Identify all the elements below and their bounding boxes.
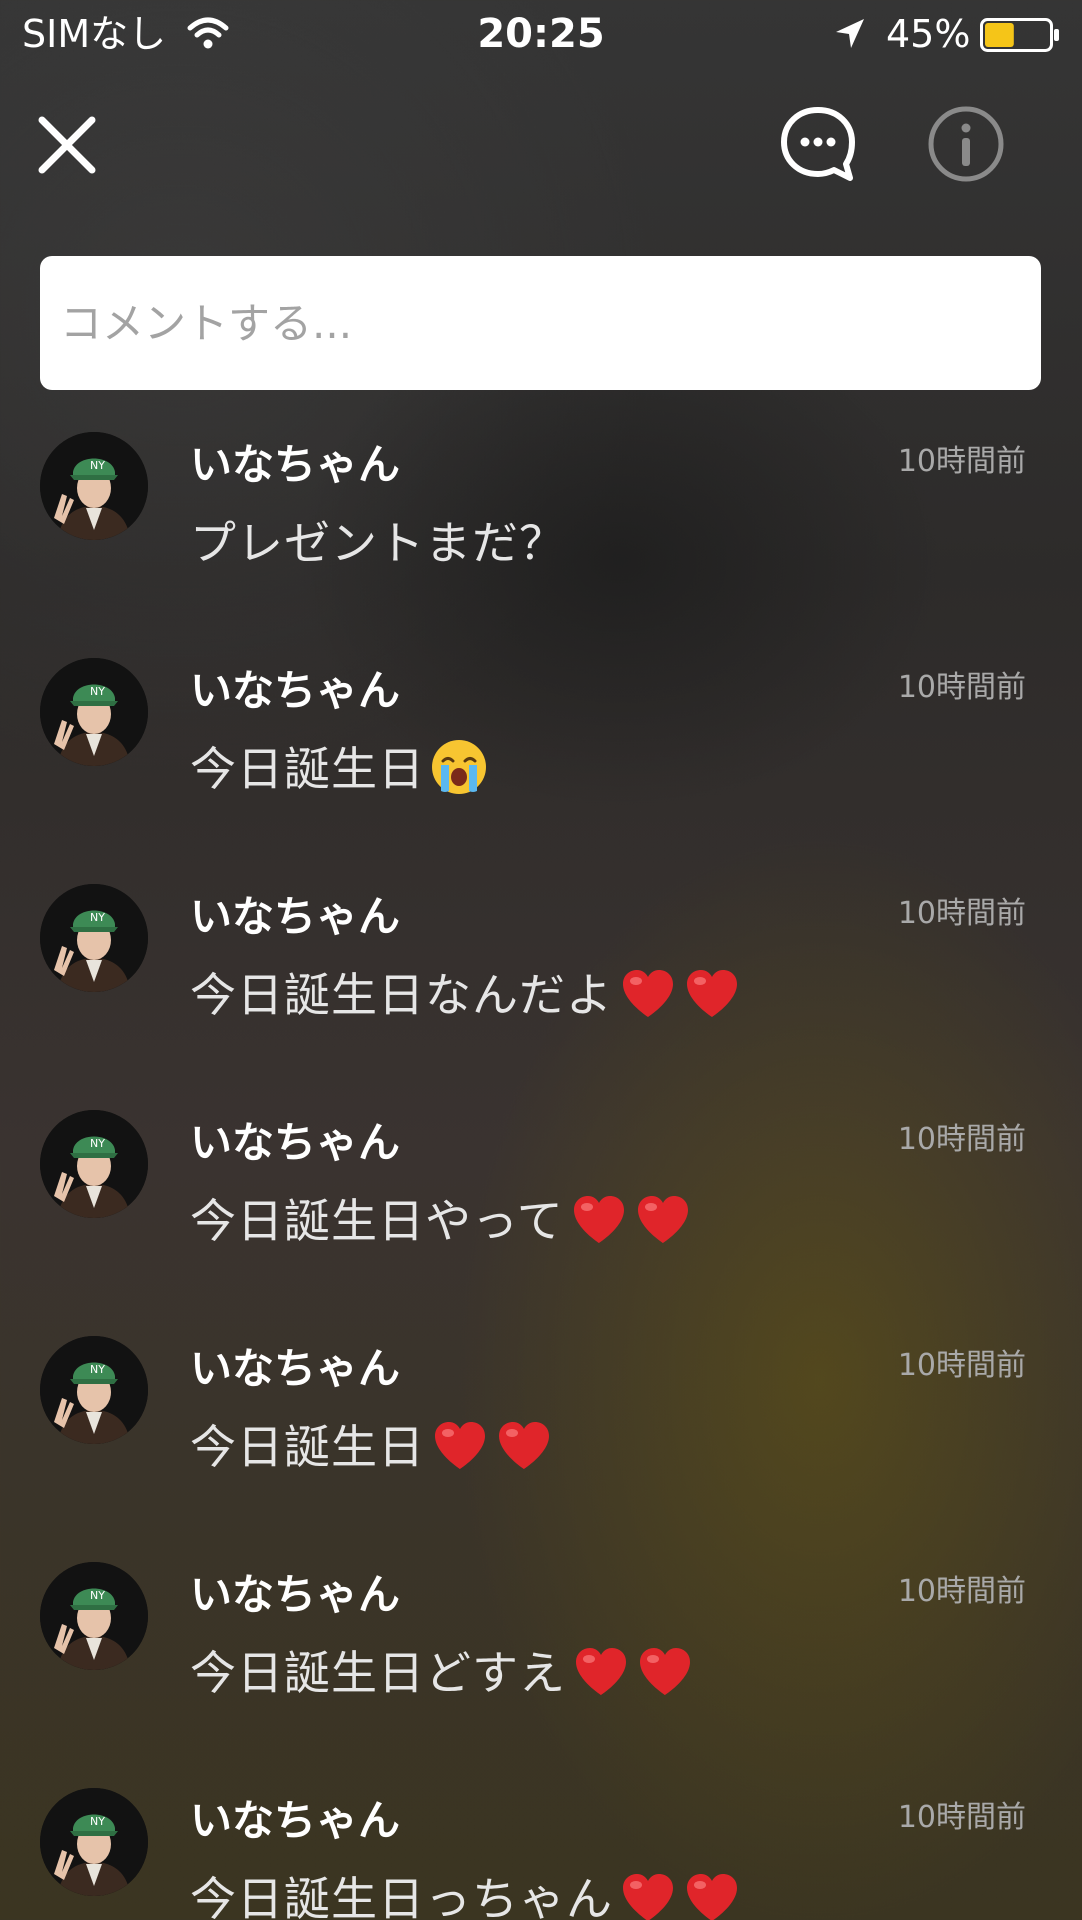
comment-username[interactable]: いなちゃん (190, 890, 400, 944)
comment-username[interactable]: いなちゃん (190, 438, 400, 492)
heart-emoji-icon (623, 1874, 673, 1920)
comment-text: 今日誕生日やって (190, 1194, 564, 1248)
comment-timestamp: 10時間前 (897, 896, 1026, 931)
comment-body: 今日誕生日やって (190, 1188, 692, 1254)
heart-emoji-icon (623, 970, 673, 1017)
comment-item[interactable]: NY いなちゃん 10時間前今日誕生日 (0, 1324, 1082, 1550)
comment-item[interactable]: NY いなちゃん 10時間前今日誕生日どすえ (0, 1550, 1082, 1776)
battery-percent: 45% (886, 12, 971, 56)
avatar[interactable]: NY (40, 1788, 148, 1896)
avatar[interactable]: NY (40, 1336, 148, 1444)
comment-text: 今日誕生日なんだよ (190, 968, 613, 1022)
svg-text:NY: NY (90, 1815, 105, 1828)
comment-username[interactable]: いなちゃん (190, 1116, 400, 1170)
svg-text:NY: NY (90, 1137, 105, 1150)
svg-text:NY: NY (90, 1363, 105, 1376)
heart-emoji-icon (499, 1422, 549, 1469)
comment-timestamp: 10時間前 (897, 1348, 1026, 1383)
comment-item[interactable]: NY いなちゃん 10時間前プレゼントまだ？ (0, 420, 1082, 646)
heart-emoji-icon (640, 1648, 690, 1695)
battery-icon (980, 18, 1059, 52)
comment-username[interactable]: いなちゃん (190, 1568, 400, 1622)
comment-item[interactable]: NY いなちゃん 10時間前今日誕生日やって (0, 1098, 1082, 1324)
speech-bubble-icon (781, 107, 855, 181)
svg-text:NY: NY (90, 459, 105, 472)
comment-username[interactable]: いなちゃん (190, 1794, 400, 1848)
avatar[interactable]: NY (40, 884, 148, 992)
comment-username[interactable]: いなちゃん (190, 1342, 400, 1396)
avatar[interactable]: NY (40, 658, 148, 766)
comment-timestamp: 10時間前 (897, 1574, 1026, 1609)
svg-text:NY: NY (90, 911, 105, 924)
heart-emoji-icon (687, 970, 737, 1017)
avatar[interactable]: NY (40, 1562, 148, 1670)
avatar[interactable]: NY (40, 1110, 148, 1218)
heart-emoji-icon (573, 1196, 624, 1243)
comment-text: 今日誕生日 (190, 1420, 425, 1474)
comment-text: 今日誕生日っちゃん (190, 1872, 613, 1920)
heart-emoji-icon (687, 1874, 737, 1920)
svg-text:NY: NY (90, 1589, 105, 1602)
comment-username[interactable]: いなちゃん (190, 664, 400, 718)
comment-text: プレゼントまだ？ (190, 516, 566, 570)
comment-body: 今日誕生日っちゃん (190, 1866, 741, 1920)
comment-item[interactable]: NY いなちゃん 10時間前今日誕生日 (0, 646, 1082, 872)
comment-item[interactable]: NY いなちゃん 10時間前今日誕生日っちゃん (0, 1776, 1082, 1920)
comment-text: 今日誕生日どすえ (190, 1646, 566, 1700)
comment-timestamp: 10時間前 (897, 1122, 1026, 1157)
svg-text:NY: NY (90, 685, 105, 698)
comment-body: 今日誕生日 (190, 736, 489, 802)
comment-text: 今日誕生日 (190, 742, 425, 796)
heart-emoji-icon (637, 1196, 688, 1243)
comment-timestamp: 10時間前 (897, 1800, 1026, 1835)
comment-body: 今日誕生日どすえ (190, 1640, 694, 1706)
comment-item[interactable]: NY いなちゃん 10時間前今日誕生日なんだよ (0, 872, 1082, 1098)
comment-input[interactable] (40, 256, 1041, 390)
comments-button[interactable] (778, 104, 858, 184)
avatar[interactable]: NY (40, 432, 148, 540)
comment-timestamp: 10時間前 (897, 670, 1026, 705)
info-icon (928, 106, 1004, 182)
battery-fill (985, 23, 1014, 47)
comment-body: プレゼントまだ？ (190, 510, 566, 576)
location-arrow-icon (836, 19, 864, 48)
comment-timestamp: 10時間前 (897, 444, 1026, 479)
comment-body: 今日誕生日なんだよ (190, 962, 741, 1028)
heart-emoji-icon (576, 1648, 626, 1695)
status-bar: SIMなし 20:25 45% (0, 0, 1082, 70)
close-icon (38, 116, 96, 174)
crying-face-emoji-icon (432, 740, 486, 794)
close-button[interactable] (32, 110, 102, 180)
comment-body: 今日誕生日 (190, 1414, 553, 1480)
info-button[interactable] (926, 104, 1006, 184)
heart-emoji-icon (435, 1422, 485, 1469)
